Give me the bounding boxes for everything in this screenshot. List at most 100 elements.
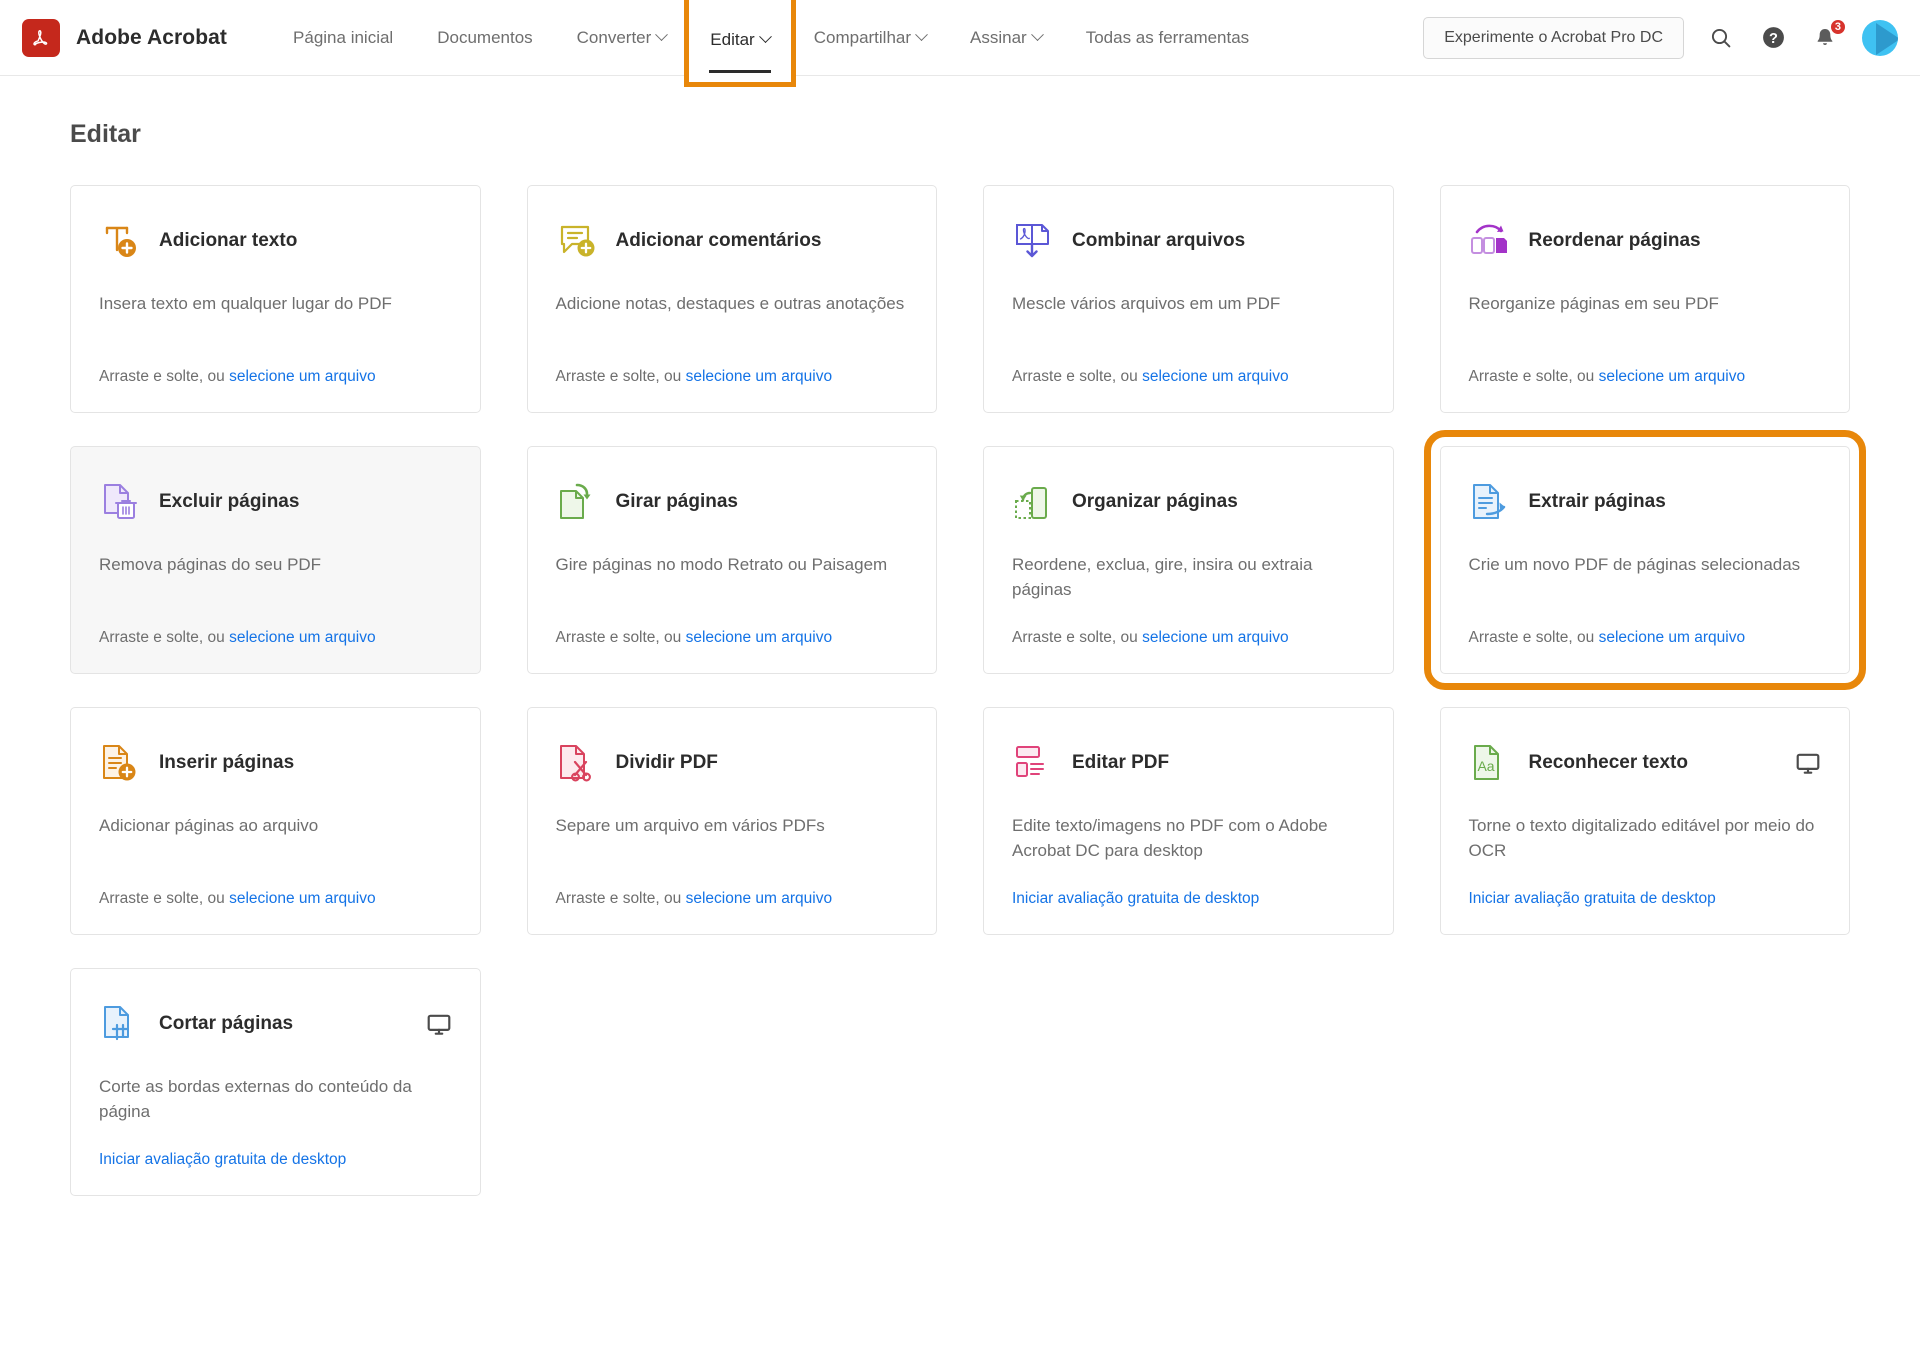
add-comment-icon xyxy=(556,220,600,262)
card-header: Girar páginas xyxy=(556,481,909,523)
card-footer: Arraste e solte, ou selecione um arquivo xyxy=(556,890,909,908)
card-description: Reordene, exclua, gire, insira ou extrai… xyxy=(1012,555,1313,599)
card-footer: Arraste e solte, ou selecione um arquivo xyxy=(1469,629,1822,647)
tool-card-adicionar-texto[interactable]: Adicionar texto Insera texto em qualquer… xyxy=(70,185,481,413)
card-header: Reordenar páginas xyxy=(1469,220,1822,262)
select-file-link[interactable]: selecione um arquivo xyxy=(686,890,832,907)
tool-card-reconhecer-texto[interactable]: Aa Reconhecer texto Torne o texto digita… xyxy=(1439,707,1850,935)
card-header: Organizar páginas xyxy=(1012,481,1365,523)
help-icon[interactable]: ? xyxy=(1758,23,1788,53)
select-file-link[interactable]: selecione um arquivo xyxy=(229,890,375,907)
nav-item-assinar[interactable]: Assinar xyxy=(948,0,1064,76)
card-header: Aa Reconhecer texto xyxy=(1469,742,1822,784)
user-avatar[interactable] xyxy=(1862,19,1898,56)
select-file-link[interactable]: selecione um arquivo xyxy=(1142,368,1288,385)
card-footer: Arraste e solte, ou selecione um arquivo xyxy=(1012,629,1365,647)
nav-label: Documentos xyxy=(437,27,533,47)
select-file-link[interactable]: selecione um arquivo xyxy=(1599,368,1745,385)
drag-drop-text: Arraste e solte, ou xyxy=(1012,629,1143,646)
svg-text:Aa: Aa xyxy=(1477,758,1494,774)
card-description: Reorganize páginas em seu PDF xyxy=(1468,294,1719,313)
card-footer: Arraste e solte, ou selecione um arquivo xyxy=(1012,368,1365,386)
card-title: Dividir PDF xyxy=(615,752,718,773)
brand-name: Adobe Acrobat xyxy=(76,25,228,49)
card-description: Gire páginas no modo Retrato ou Paisagem xyxy=(555,555,888,574)
select-file-link[interactable]: selecione um arquivo xyxy=(686,629,832,646)
drag-drop-text: Arraste e solte, ou xyxy=(99,368,230,385)
card-description: Edite texto/imagens no PDF com o Adobe A… xyxy=(1012,816,1328,860)
select-file-link[interactable]: selecione um arquivo xyxy=(229,629,375,646)
card-title: Editar PDF xyxy=(1072,752,1170,773)
card-header: Adicionar texto xyxy=(99,220,452,262)
tool-card-girar-paginas[interactable]: Girar páginas Gire páginas no modo Retra… xyxy=(526,446,937,674)
tool-card-dividir-pdf[interactable]: Dividir PDF Separe um arquivo em vários … xyxy=(526,707,937,935)
card-title: Extrair páginas xyxy=(1528,491,1666,512)
organize-pages-icon xyxy=(1012,481,1056,523)
tool-card-reordenar-paginas[interactable]: Reordenar páginas Reorganize páginas em … xyxy=(1439,185,1850,413)
drag-drop-text: Arraste e solte, ou xyxy=(555,890,686,907)
search-icon[interactable] xyxy=(1706,23,1736,53)
drag-drop-text: Arraste e solte, ou xyxy=(99,629,230,646)
card-footer: Arraste e solte, ou selecione um arquivo xyxy=(99,629,452,647)
brand[interactable]: Adobe Acrobat xyxy=(22,18,228,57)
split-pdf-icon xyxy=(556,742,600,784)
desktop-monitor-icon xyxy=(1795,751,1821,777)
card-footer: Arraste e solte, ou selecione um arquivo xyxy=(99,890,452,908)
tool-card-organizar-paginas[interactable]: Organizar páginas Reordene, exclua, gire… xyxy=(983,446,1394,674)
tool-card-excluir-paginas[interactable]: Excluir páginas Remova páginas do seu PD… xyxy=(70,446,481,674)
nav-item-editar[interactable]: Editar xyxy=(684,0,796,87)
tool-card-combinar-arquivos[interactable]: Combinar arquivos Mescle vários arquivos… xyxy=(983,185,1394,413)
select-file-link[interactable]: selecione um arquivo xyxy=(1599,629,1745,646)
notifications-bell-icon[interactable]: 3 xyxy=(1810,17,1847,53)
nav-label: Editar xyxy=(710,29,755,49)
card-description: Crie um novo PDF de páginas selecionadas xyxy=(1468,555,1801,574)
nav-label: Compartilhar xyxy=(813,27,912,47)
tool-card-adicionar-comentarios[interactable]: Adicionar comentários Adicione notas, de… xyxy=(526,185,937,413)
card-title: Cortar páginas xyxy=(159,1013,294,1034)
header-actions: Experimente o Acrobat Pro DC ? 3 xyxy=(1423,16,1898,59)
nav-item-documentos[interactable]: Documentos xyxy=(415,0,554,76)
select-file-link[interactable]: selecione um arquivo xyxy=(229,368,375,385)
card-footer: Iniciar avaliação gratuita de desktop xyxy=(1469,890,1822,908)
card-footer: Arraste e solte, ou selecione um arquivo xyxy=(556,368,909,386)
tool-card-editar-pdf[interactable]: Editar PDF Edite texto/imagens no PDF co… xyxy=(983,707,1394,935)
drag-drop-text: Arraste e solte, ou xyxy=(555,368,686,385)
nav-label: Assinar xyxy=(970,27,1027,47)
card-header: Adicionar comentários xyxy=(556,220,909,262)
chevron-down-icon xyxy=(915,28,928,42)
card-title: Adicionar texto xyxy=(159,230,298,251)
edit-pdf-icon xyxy=(1012,742,1056,784)
try-acrobat-pro-button[interactable]: Experimente o Acrobat Pro DC xyxy=(1423,16,1684,59)
select-file-link[interactable]: selecione um arquivo xyxy=(1142,629,1288,646)
add-text-icon xyxy=(99,220,143,262)
tool-card-extrair-paginas[interactable]: Extrair páginas Crie um novo PDF de pági… xyxy=(1423,430,1866,690)
chevron-down-icon xyxy=(1030,28,1044,42)
nav-item-todas-as-ferramentas[interactable]: Todas as ferramentas xyxy=(1064,0,1271,76)
notification-badge: 3 xyxy=(1828,17,1847,36)
reorder-pages-icon xyxy=(1469,220,1513,262)
card-header: Excluir páginas xyxy=(99,481,452,523)
delete-pages-icon xyxy=(99,481,143,523)
card-footer: Arraste e solte, ou selecione um arquivo xyxy=(1469,368,1822,386)
desktop-trial-link[interactable]: Iniciar avaliação gratuita de desktop xyxy=(1012,890,1259,907)
card-header: Extrair páginas xyxy=(1469,481,1822,523)
tool-card-inserir-paginas[interactable]: Inserir páginas Adicionar páginas ao arq… xyxy=(70,707,481,935)
nav-item-compartilhar[interactable]: Compartilhar xyxy=(792,0,948,76)
select-file-link[interactable]: selecione um arquivo xyxy=(686,368,832,385)
nav-item-converter[interactable]: Converter xyxy=(555,0,689,76)
card-description: Separe um arquivo em vários PDFs xyxy=(555,816,825,835)
rotate-pages-icon xyxy=(556,481,600,523)
nav-item-pagina-inicial[interactable]: Página inicial xyxy=(271,0,415,76)
desktop-trial-link[interactable]: Iniciar avaliação gratuita de desktop xyxy=(1469,890,1716,907)
desktop-trial-link[interactable]: Iniciar avaliação gratuita de desktop xyxy=(99,1151,346,1168)
drag-drop-text: Arraste e solte, ou xyxy=(555,629,686,646)
card-description: Remova páginas do seu PDF xyxy=(99,555,322,574)
card-description: Insera texto em qualquer lugar do PDF xyxy=(99,294,392,313)
card-description: Corte as bordas externas do conteúdo da … xyxy=(99,1077,412,1121)
card-title: Inserir páginas xyxy=(159,752,295,773)
desktop-monitor-icon xyxy=(426,1012,452,1038)
tools-grid: Adicionar texto Insera texto em qualquer… xyxy=(70,185,1866,1196)
tool-card-cortar-paginas[interactable]: Cortar páginas Corte as bordas externas … xyxy=(70,968,481,1196)
page-title: Editar xyxy=(70,120,141,148)
drag-drop-text: Arraste e solte, ou xyxy=(99,890,230,907)
